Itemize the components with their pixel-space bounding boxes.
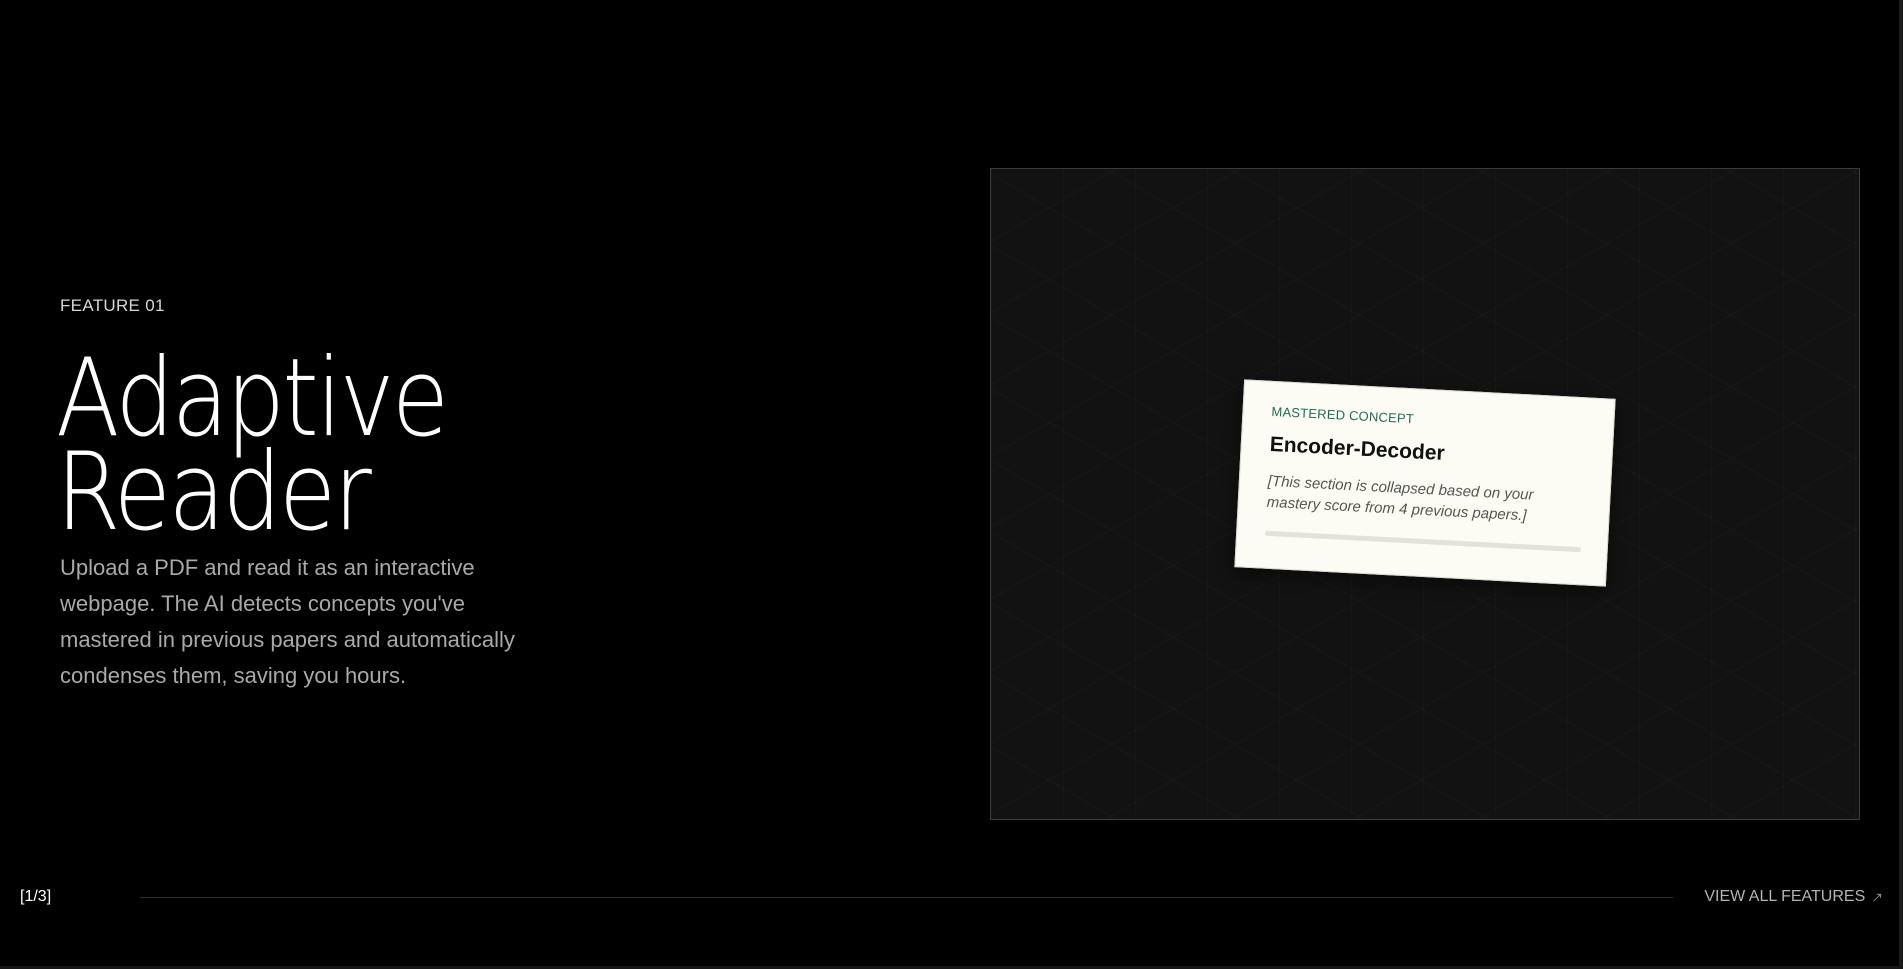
view-all-features-link[interactable]: VIEW ALL FEATURES ↗	[1704, 888, 1883, 906]
arrow-up-right-icon: ↗	[1871, 888, 1883, 905]
card-note: [This section is collapsed based on your…	[1266, 472, 1534, 525]
feature-title: Adaptive Reader	[56, 345, 449, 547]
card-collapsed-bar	[1265, 530, 1581, 553]
slide-progress-track[interactable]	[140, 897, 1673, 898]
feature-description: Upload a PDF and read it as an interacti…	[60, 555, 515, 688]
card-tag: MASTERED CONCEPT	[1271, 403, 1415, 427]
feature-eyebrow: FEATURE 01	[60, 296, 165, 315]
mastered-concept-card[interactable]: MASTERED CONCEPT Encoder-Decoder [This s…	[1234, 379, 1616, 587]
scrollbar-edge	[1899, 0, 1903, 969]
view-all-label: VIEW ALL FEATURES	[1704, 888, 1866, 905]
slide-counter: [1/3]	[20, 888, 52, 905]
card-title: Encoder-Decoder	[1269, 432, 1446, 465]
feature-preview-panel: MASTERED CONCEPT Encoder-Decoder [This s…	[990, 168, 1860, 820]
feature-page: FEATURE 01 Adaptive Reader Upload a PDF …	[0, 0, 1903, 969]
